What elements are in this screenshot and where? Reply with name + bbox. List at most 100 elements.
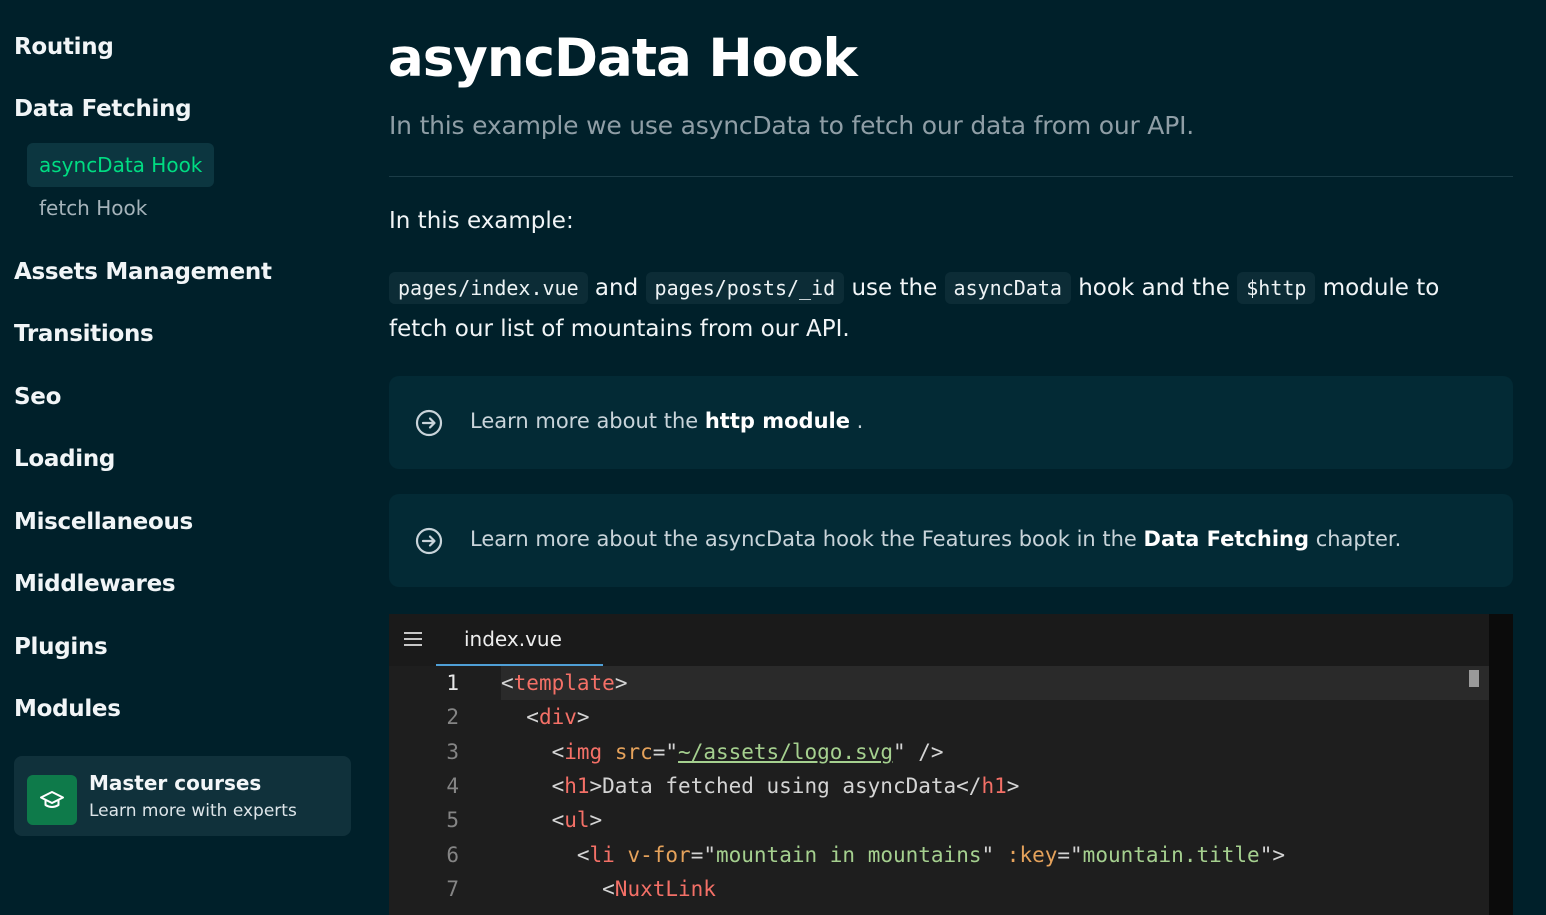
code-token: h1 bbox=[981, 773, 1007, 798]
sidebar-item-transitions[interactable]: Transitions bbox=[14, 321, 154, 347]
line-number: 7 bbox=[446, 876, 459, 901]
code-token: < bbox=[501, 842, 590, 867]
sidebar-item-plugins[interactable]: Plugins bbox=[14, 634, 108, 660]
code-tab-bar: index.vue bbox=[389, 614, 1489, 666]
code-token: < bbox=[501, 876, 615, 901]
code-token: < bbox=[501, 808, 565, 833]
divider bbox=[389, 176, 1513, 177]
sidebar-subitem-asyncdata-hook[interactable]: asyncData Hook bbox=[27, 143, 215, 187]
master-courses-card[interactable]: Master courses Learn more with experts bbox=[14, 756, 351, 836]
inline-code-index-vue: pages/index.vue bbox=[389, 272, 588, 304]
sidebar-item-assets-management[interactable]: Assets Management bbox=[14, 259, 272, 285]
paragraph-text: use the bbox=[844, 275, 945, 301]
callout-text-before: Learn more about the bbox=[470, 409, 705, 433]
line-number: 1 bbox=[446, 671, 459, 695]
code-token: < bbox=[501, 705, 539, 730]
code-token: v-for bbox=[627, 842, 691, 867]
promo-title: Master courses bbox=[89, 771, 262, 795]
code-token: template bbox=[513, 671, 615, 695]
callout-text-after: . bbox=[849, 409, 864, 433]
code-text: <template> bbox=[501, 666, 627, 700]
code-text: <div> bbox=[501, 700, 590, 734]
code-token: =" bbox=[1057, 842, 1083, 867]
code-token: < bbox=[501, 739, 565, 764]
code-token: h1 bbox=[564, 773, 590, 798]
code-token: div bbox=[538, 705, 577, 730]
file-tab-label: index.vue bbox=[464, 627, 562, 651]
code-editor-panel: index.vue 1 <template> 2 <div> 3 <img src="… bbox=[389, 614, 1513, 915]
hamburger-menu-icon[interactable] bbox=[403, 631, 423, 647]
code-token: li bbox=[589, 842, 615, 867]
code-token: =" bbox=[690, 842, 716, 867]
code-token: < bbox=[501, 671, 514, 695]
code-text: <li v-for="mountain in mountains" :key="… bbox=[501, 838, 1285, 872]
code-token: > bbox=[1006, 773, 1020, 798]
http-module-link[interactable]: http module bbox=[705, 409, 850, 433]
inline-code-http: $http bbox=[1237, 272, 1316, 304]
paragraph-text: and bbox=[587, 275, 646, 301]
code-text: <img src="~/assets/logo.svg" /> bbox=[501, 735, 944, 769]
code-token: >Data fetched using asyncData</ bbox=[589, 773, 982, 798]
code-token: =" bbox=[652, 739, 679, 764]
callout-text-before: Learn more about the asyncData hook the … bbox=[470, 527, 1144, 551]
sidebar-subitem-fetch-hook[interactable]: fetch Hook bbox=[27, 186, 159, 230]
code-token: mountain.title bbox=[1082, 842, 1260, 867]
sidebar-item-seo[interactable]: Seo bbox=[14, 384, 61, 410]
sidebar-item-data-fetching[interactable]: Data Fetching bbox=[14, 96, 192, 122]
line-number: 4 bbox=[446, 773, 459, 798]
code-token: NuxtLink bbox=[614, 876, 716, 901]
code-token: " bbox=[981, 842, 1007, 867]
code-token: " /> bbox=[892, 739, 944, 764]
arrow-circle-right-icon bbox=[415, 527, 443, 555]
callout-text: Learn more about the http module . bbox=[470, 409, 863, 433]
code-token: < bbox=[501, 773, 565, 798]
arrow-circle-right-icon bbox=[415, 409, 443, 437]
code-token: mountain in mountains bbox=[715, 842, 982, 867]
code-token: > bbox=[589, 808, 603, 833]
code-token: :key bbox=[1006, 842, 1058, 867]
scrollbar-thumb[interactable] bbox=[1469, 670, 1479, 687]
callout-text: Learn more about the asyncData hook the … bbox=[470, 527, 1401, 551]
description-paragraph: pages/index.vue and pages/posts/_id use … bbox=[389, 268, 1509, 350]
code-text: <ul> bbox=[501, 803, 603, 837]
file-tab-index-vue[interactable]: index.vue bbox=[436, 614, 603, 666]
inline-code-asyncdata: asyncData bbox=[944, 272, 1071, 304]
line-number: 3 bbox=[446, 739, 459, 764]
code-token: "> bbox=[1259, 842, 1285, 867]
callout-text-after: chapter. bbox=[1309, 527, 1402, 551]
code-token: ul bbox=[564, 808, 590, 833]
code-token: > bbox=[576, 705, 590, 730]
code-token: ~/assets/logo.svg bbox=[678, 739, 893, 764]
code-token: > bbox=[614, 671, 628, 695]
inline-code-posts-id: pages/posts/_id bbox=[645, 272, 845, 304]
page-title: asyncData Hook bbox=[388, 28, 858, 89]
line-number: 6 bbox=[446, 842, 459, 867]
sidebar-item-routing[interactable]: Routing bbox=[14, 34, 114, 60]
line-number: 2 bbox=[446, 705, 459, 730]
sidebar-item-loading[interactable]: Loading bbox=[14, 446, 115, 472]
callout-http-module: Learn more about the http module . bbox=[389, 376, 1513, 469]
sidebar: Routing Data Fetching asyncData Hook fet… bbox=[0, 0, 370, 915]
line-number: 5 bbox=[446, 808, 459, 833]
paragraph-text: fetch our list of mountains from our API… bbox=[389, 316, 850, 342]
sidebar-item-middlewares[interactable]: Middlewares bbox=[14, 571, 176, 597]
code-token: img bbox=[564, 739, 603, 764]
sidebar-item-miscellaneous[interactable]: Miscellaneous bbox=[14, 509, 193, 535]
code-text: <h1>Data fetched using asyncData</h1> bbox=[501, 769, 1020, 803]
code-token: src bbox=[614, 739, 653, 764]
page-subtitle: In this example we use asyncData to fetc… bbox=[389, 111, 1194, 140]
data-fetching-link[interactable]: Data Fetching bbox=[1144, 527, 1309, 551]
code-editor[interactable]: 1 <template> 2 <div> 3 <img src="~/assets/l… bbox=[389, 666, 1489, 915]
intro-text: In this example: bbox=[389, 208, 574, 234]
paragraph-text: hook and the bbox=[1070, 275, 1238, 301]
callout-data-fetching: Learn more about the asyncData hook the … bbox=[389, 494, 1513, 587]
scrollbar-track[interactable] bbox=[1489, 614, 1513, 915]
paragraph-text: module to bbox=[1315, 275, 1440, 301]
promo-subtitle: Learn more with experts bbox=[89, 801, 297, 821]
code-text: <NuxtLink bbox=[501, 872, 716, 906]
graduation-cap-icon bbox=[27, 775, 77, 825]
sidebar-item-modules[interactable]: Modules bbox=[14, 696, 121, 722]
current-line-highlight bbox=[501, 666, 1489, 700]
